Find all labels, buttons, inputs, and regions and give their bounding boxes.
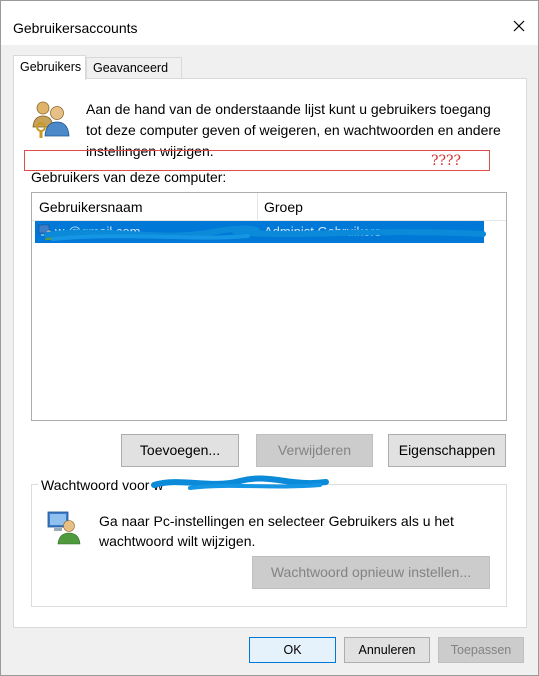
dialog-window: Gebruikersaccounts Gebruikers Geavanceer… (0, 0, 539, 676)
add-user-button[interactable]: Toevoegen... (121, 434, 239, 467)
column-separator[interactable] (257, 193, 258, 221)
annotation-text: ???? (430, 153, 461, 169)
tab-geavanceerd[interactable]: Geavanceerd (86, 57, 182, 79)
properties-button[interactable]: Eigenschappen (388, 434, 506, 467)
listview-header: Gebruikersnaam Groep (32, 193, 506, 221)
title-bar: Gebruikersaccounts (1, 1, 538, 45)
apply-button[interactable]: Toepassen (438, 637, 524, 663)
close-icon (513, 20, 525, 32)
password-group-legend: Wachtwoord voor w (38, 477, 167, 493)
tab-gebruikers[interactable]: Gebruikers (13, 55, 86, 80)
annotation-box: ???? (24, 150, 490, 171)
redaction-scribble (151, 475, 329, 490)
close-button[interactable] (508, 15, 530, 37)
password-groupbox: Wachtwoord voor w Ga naar Pc-instellinge… (31, 475, 507, 607)
user-password-icon (47, 511, 81, 545)
users-listview[interactable]: Gebruikersnaam Groep w @gmail.com Admini… (31, 192, 507, 421)
ok-button[interactable]: OK (249, 637, 336, 663)
user-icon (38, 224, 53, 240)
remove-user-button[interactable]: Verwijderen (256, 434, 373, 467)
reset-password-button[interactable]: Wachtwoord opnieuw instellen... (252, 556, 490, 589)
cancel-button[interactable]: Annuleren (344, 637, 430, 663)
column-header-username[interactable]: Gebruikersnaam (39, 199, 143, 215)
tab-panel-users: Aan de hand van de onderstaande lijst ku… (13, 78, 527, 628)
column-header-group[interactable]: Groep (264, 199, 303, 215)
table-row[interactable]: w @gmail.com Administ Gebruikers (35, 221, 486, 243)
password-info-text: Ga naar Pc-instellingen en selecteer Geb… (99, 513, 454, 549)
window-title: Gebruikersaccounts (13, 20, 138, 36)
row-username: w @gmail.com (55, 224, 141, 239)
users-icon (32, 101, 70, 138)
users-list-label: Gebruikers van deze computer: (31, 169, 227, 185)
row-group: Administ Gebruikers (264, 224, 382, 239)
